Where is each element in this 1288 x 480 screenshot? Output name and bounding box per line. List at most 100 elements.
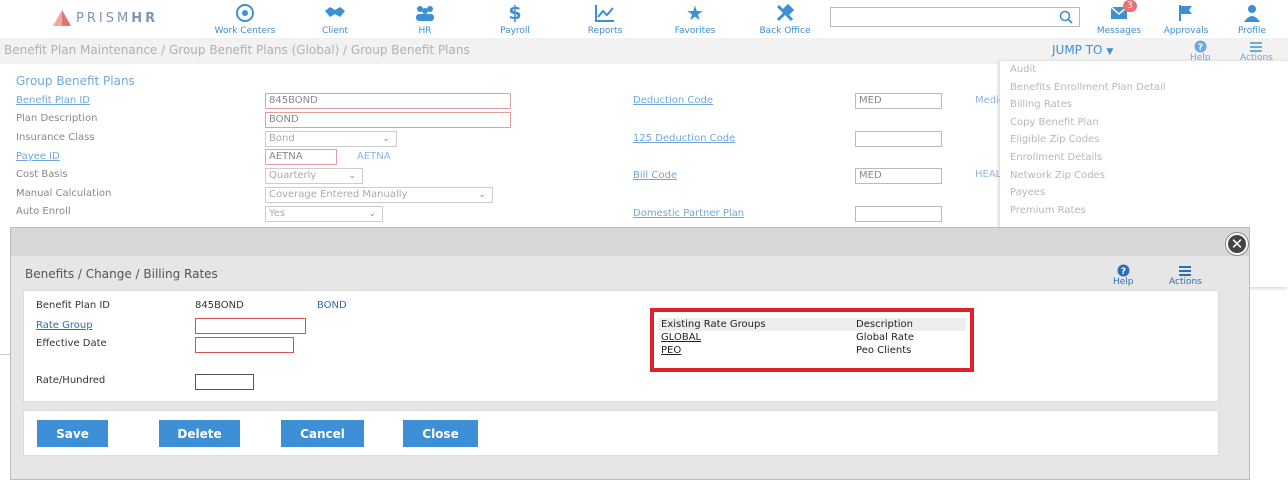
- rate-group-peo-link[interactable]: PEO: [661, 345, 681, 356]
- nav-label: Work Centers: [214, 26, 276, 36]
- nav-label: Favorites: [674, 26, 716, 36]
- cost-basis-label: Cost Basis: [16, 169, 68, 180]
- payee-id-field[interactable]: AETNA: [265, 149, 337, 165]
- bill-code-description: HEAL: [975, 169, 1002, 180]
- nav-label: Client: [321, 26, 349, 36]
- benefit-plan-id-field[interactable]: 845BOND: [265, 93, 511, 109]
- menu-item-audit[interactable]: Audit: [1000, 61, 1288, 79]
- nav-reports[interactable]: Reports: [565, 2, 645, 36]
- nav-hr[interactable]: HR: [385, 2, 465, 36]
- table-row: GLOBAL Global Rate: [658, 331, 966, 344]
- global-search[interactable]: [830, 7, 1080, 27]
- nav-work-centers[interactable]: Work Centers: [205, 2, 285, 36]
- nav-label: Reports: [587, 26, 623, 36]
- delete-button[interactable]: Delete: [159, 420, 240, 447]
- flag-icon: [1175, 2, 1197, 24]
- bill-code-field[interactable]: MED: [855, 168, 942, 184]
- cost-basis-select[interactable]: Quarterly ⌄: [265, 168, 363, 184]
- benefit-plan-description: BOND: [317, 300, 347, 311]
- payee-id-link[interactable]: Payee ID: [16, 151, 60, 162]
- modal-close-button[interactable]: ✕: [1226, 233, 1248, 255]
- plan-description-label: Plan Description: [16, 113, 98, 124]
- 125-deduction-code-field[interactable]: [855, 131, 942, 147]
- deduction-code-link[interactable]: Deduction Code: [633, 95, 713, 106]
- rate-per-hundred-input[interactable]: [195, 374, 254, 390]
- header-help-button[interactable]: ? Help: [1190, 40, 1211, 63]
- rate-per-hundred-label: Rate/Hundred: [36, 375, 106, 386]
- domestic-partner-plan-link[interactable]: Domestic Partner Plan: [633, 208, 744, 219]
- logo-text: PRISM: [76, 10, 132, 26]
- chevron-down-icon: ⌄: [348, 171, 356, 181]
- menu-item-payees[interactable]: Payees: [1000, 184, 1288, 202]
- help-icon: ?: [1194, 40, 1207, 53]
- existing-rate-groups-table: Existing Rate Groups Description GLOBAL …: [658, 318, 966, 357]
- work-centers-icon: [234, 2, 256, 24]
- nav-profile[interactable]: Profile: [1212, 2, 1288, 36]
- modal-actions-button[interactable]: Actions: [1169, 264, 1202, 287]
- close-icon: ✕: [1230, 235, 1244, 253]
- rate-group-input[interactable]: [195, 318, 306, 334]
- insurance-class-select[interactable]: Bond ⌄: [265, 131, 397, 147]
- deduction-code-field[interactable]: MED: [855, 93, 942, 109]
- auto-enroll-value: Yes: [269, 208, 286, 219]
- rate-group-description: Peo Clients: [856, 345, 912, 356]
- nav-favorites[interactable]: ★ Favorites: [655, 1, 735, 36]
- domestic-partner-plan-field[interactable]: [855, 206, 942, 222]
- rate-group-link[interactable]: Rate Group: [36, 320, 93, 331]
- insurance-class-label: Insurance Class: [16, 132, 95, 143]
- benefit-plan-id-value: 845BOND: [195, 300, 244, 311]
- nav-back-office[interactable]: Back Office: [745, 2, 825, 36]
- svg-text:?: ?: [1198, 43, 1203, 53]
- menu-item-eligible-zip-codes[interactable]: Eligible Zip Codes: [1000, 131, 1288, 149]
- nav-label: Approvals: [1163, 26, 1209, 36]
- menu-item-premium-rates[interactable]: Premium Rates: [1000, 202, 1288, 220]
- menu-item-billing-rates[interactable]: Billing Rates: [1000, 96, 1288, 114]
- search-input[interactable]: [835, 8, 1055, 26]
- menu-item-network-zip-codes[interactable]: Network Zip Codes: [1000, 167, 1288, 185]
- billing-rates-modal: ✕ Benefits / Change / Billing Rates ? He…: [10, 227, 1250, 480]
- dollar-icon: $: [508, 2, 522, 24]
- insurance-class-value: Bond: [269, 133, 295, 144]
- jump-to-label: JUMP TO: [1052, 43, 1103, 57]
- menu-icon: [1250, 42, 1263, 52]
- section-title: Group Benefit Plans: [16, 74, 135, 88]
- auto-enroll-label: Auto Enroll: [16, 206, 71, 217]
- nav-client[interactable]: Client: [295, 2, 375, 36]
- menu-item-enrollment-details[interactable]: Enrollment Details: [1000, 149, 1288, 167]
- nav-payroll[interactable]: $ Payroll: [475, 2, 555, 36]
- column-header: Existing Rate Groups: [658, 318, 854, 331]
- close-button[interactable]: Close: [403, 420, 478, 447]
- 125-deduction-code-link[interactable]: 125 Deduction Code: [633, 133, 735, 144]
- menu-item-benefits-enrollment-plan-detail[interactable]: Benefits Enrollment Plan Detail: [1000, 79, 1288, 97]
- handshake-icon: [324, 2, 346, 24]
- tools-icon: [774, 2, 796, 24]
- auto-enroll-select[interactable]: Yes ⌄: [265, 206, 383, 222]
- people-icon: [414, 2, 436, 24]
- actions-label: Actions: [1169, 277, 1202, 287]
- modal-button-bar: Save Delete Cancel Close: [23, 410, 1219, 456]
- menu-item-copy-benefit-plan[interactable]: Copy Benefit Plan: [1000, 114, 1288, 132]
- bill-code-link[interactable]: Bill Code: [633, 170, 677, 181]
- svg-text:?: ?: [1121, 267, 1126, 277]
- prismhr-logo[interactable]: PRISMHR: [52, 8, 158, 28]
- benefit-plan-id-link[interactable]: Benefit Plan ID: [16, 95, 90, 106]
- search-icon[interactable]: [1059, 10, 1073, 27]
- jump-to-menu[interactable]: JUMP TO ▼: [1052, 43, 1113, 57]
- header-actions-button[interactable]: Actions: [1240, 40, 1273, 63]
- nav-label: Payroll: [500, 26, 530, 36]
- user-icon: [1241, 2, 1263, 24]
- chevron-down-icon: ⌄: [368, 209, 376, 219]
- effective-date-input[interactable]: [195, 337, 294, 353]
- chevron-down-icon: ▼: [1106, 47, 1114, 57]
- rate-group-global-link[interactable]: GLOBAL: [661, 332, 701, 343]
- chevron-down-icon: ⌄: [382, 134, 390, 144]
- existing-rate-groups-highlight: Existing Rate Groups Description GLOBAL …: [650, 308, 974, 372]
- help-label: Help: [1113, 277, 1134, 287]
- modal-help-button[interactable]: ? Help: [1113, 264, 1134, 287]
- plan-description-field[interactable]: BOND: [265, 112, 511, 128]
- cancel-button[interactable]: Cancel: [281, 420, 364, 447]
- save-button[interactable]: Save: [37, 420, 108, 447]
- manual-calculation-select[interactable]: Coverage Entered Manually ⌄: [265, 187, 493, 203]
- modal-title: Benefits / Change / Billing Rates: [25, 267, 218, 281]
- chevron-down-icon: ⌄: [478, 190, 486, 200]
